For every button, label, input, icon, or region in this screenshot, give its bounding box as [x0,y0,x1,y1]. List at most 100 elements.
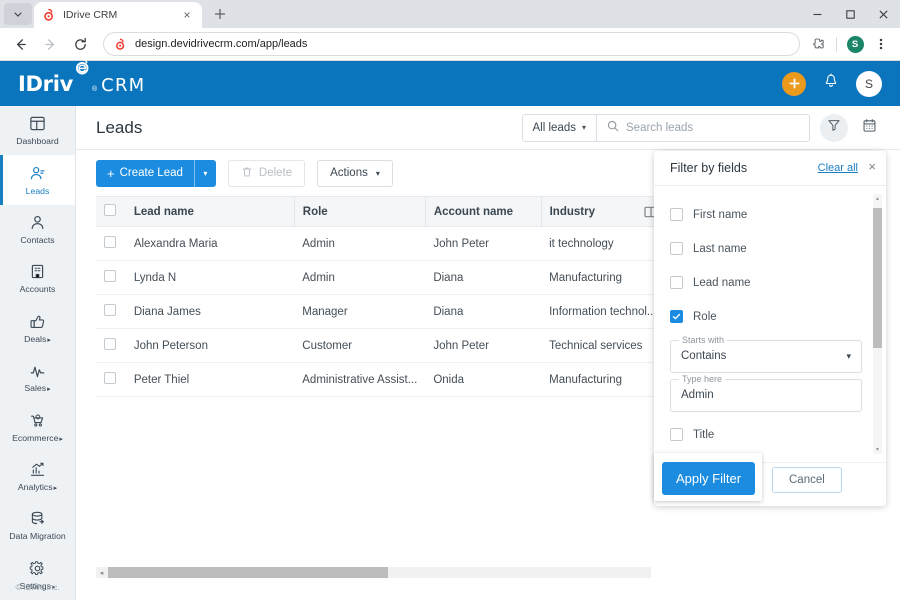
row-checkbox[interactable] [104,270,116,282]
filter-checkbox[interactable] [670,276,683,290]
window-maximize-button[interactable] [834,0,867,28]
cell-lead-name[interactable]: Peter Thiel [125,362,295,397]
apply-filter-button[interactable]: Apply Filter [662,462,756,496]
sidebar-item-deals[interactable]: Deals▸ [0,304,75,353]
scrollbar-thumb[interactable] [108,567,388,578]
filter-toggle-button[interactable] [820,113,848,142]
sidebar-label: Data Migration [9,531,66,542]
row-select-cell[interactable] [96,294,126,329]
cancel-button[interactable]: Cancel [772,467,842,494]
cell-lead-name[interactable]: Alexandra Maria [125,226,295,261]
cell-lead-name[interactable]: John Peterson [125,328,295,363]
idrive-lock-icon [42,8,56,22]
cell-lead-name[interactable]: Lynda N [125,260,295,295]
table-row[interactable]: Peter Thiel Administrative Assist... Oni… [96,362,666,397]
address-bar[interactable]: design.devidrivecrm.com/app/leads [103,32,800,56]
create-lead-dropdown-caret-icon[interactable]: ▾ [193,159,216,187]
notifications-bell-icon[interactable] [823,72,839,95]
actions-dropdown-button[interactable]: Actions ▾ [317,159,393,187]
new-tab-button[interactable] [208,2,232,26]
row-select-cell[interactable] [96,328,126,363]
filter-scrollbar-thumb[interactable] [873,207,882,348]
close-icon[interactable]: × [868,159,876,174]
column-header-account-name[interactable]: Account name [424,196,542,227]
column-header-role[interactable]: Role [293,196,426,227]
scroll-down-arrow-icon[interactable]: ▾ [873,445,882,454]
filter-field-role[interactable]: Role [670,300,870,334]
user-avatar[interactable]: S [856,70,882,97]
filter-field-title[interactable]: Title [670,418,870,452]
filter-value-input[interactable]: Type here Admin [670,373,862,412]
column-header-lead-name[interactable]: Lead name [125,196,295,227]
sidebar-item-data-migration[interactable]: Data Migration [0,501,75,550]
row-checkbox[interactable] [104,372,116,384]
clear-all-link[interactable]: Clear all [818,162,858,174]
create-lead-button[interactable]: + Create Lead ▾ [96,159,216,187]
chevron-right-icon: ▸ [53,485,58,493]
cell-lead-name[interactable]: Diana James [125,294,295,329]
ecommerce-cart-icon [29,412,46,429]
sidebar-label: Sales▸ [24,383,50,393]
scroll-left-arrow-icon[interactable]: ◂ [96,567,107,578]
browser-menu-kebab-icon[interactable] [869,32,893,56]
select-all-header[interactable] [96,196,126,227]
view-selector-dropdown[interactable]: All leads ▾ [523,114,597,141]
filter-checkbox[interactable] [670,428,683,442]
scroll-up-arrow-icon[interactable]: ▴ [873,194,882,203]
filter-checkbox[interactable] [670,242,683,256]
chevron-right-icon: ▸ [47,336,51,344]
tab-close-icon[interactable]: × [180,8,194,22]
table-row[interactable]: Diana James Manager Diana Information te… [96,294,666,329]
sidebar-label: Ecommerce▸ [12,433,63,443]
filter-field-label: First name [693,208,748,221]
window-close-button[interactable] [867,0,900,28]
sidebar-item-analytics[interactable]: Analytics▸ [0,452,75,501]
row-checkbox[interactable] [104,236,116,248]
search-input[interactable]: Search leads [597,115,809,141]
column-header-industry[interactable]: Industry [540,196,666,227]
back-button[interactable] [7,31,33,57]
filter-value-text: Admin [681,389,714,402]
reload-button[interactable] [67,31,93,57]
filter-field-lead-name[interactable]: Lead name [670,266,870,300]
table-row[interactable]: Lynda N Admin Diana Manufacturing [96,260,666,295]
window-minimize-button[interactable] [801,0,834,28]
browser-tab[interactable]: IDrive CRM × [34,2,202,28]
filter-checkbox-checked[interactable] [670,310,683,324]
filter-field-first-name[interactable]: First name [670,198,870,232]
select-all-checkbox[interactable] [104,204,116,216]
sidebar-item-settings[interactable]: Settings▸ [0,551,75,600]
sidebar-label-text: Sales [24,383,47,394]
row-checkbox[interactable] [104,338,116,350]
filter-by-fields-panel: Filter by fields Clear all × First name … [654,151,886,506]
create-lead-main[interactable]: + Create Lead [96,166,194,181]
filter-operator-select[interactable]: Starts with Contains ▾ [670,334,862,373]
row-checkbox[interactable] [104,304,116,316]
row-select-cell[interactable] [96,226,126,261]
sidebar-item-sales[interactable]: Sales▸ [0,353,75,402]
trash-icon [241,166,253,181]
filter-panel-scrollbar[interactable]: ▴ ▾ [873,193,882,455]
row-select-cell[interactable] [96,362,126,397]
table-row[interactable]: Alexandra Maria Admin John Peter it tech… [96,226,666,261]
calendar-button[interactable] [858,117,880,139]
extensions-puzzle-icon[interactable] [806,32,830,56]
toolbar-divider [836,36,837,52]
browser-profile-avatar[interactable]: S [843,32,867,56]
sidebar-label-text: Deals [24,333,47,344]
sidebar-item-accounts[interactable]: Accounts [0,254,75,303]
filter-checkbox[interactable] [670,208,683,222]
row-select-cell[interactable] [96,260,126,295]
global-create-plus-icon[interactable] [782,71,806,96]
tab-search-chevron-icon[interactable] [4,3,32,25]
filter-field-last-name[interactable]: Last name [670,232,870,266]
sidebar-item-dashboard[interactable]: Dashboard [0,106,75,155]
sidebar-item-contacts[interactable]: Contacts [0,205,75,254]
table-horizontal-scrollbar[interactable]: ◂ [96,567,651,578]
cell-account-name: John Peter [425,226,542,261]
sidebar-item-leads[interactable]: Leads [0,155,75,206]
forward-button[interactable] [37,31,63,57]
sidebar-item-ecommerce[interactable]: Ecommerce▸ [0,402,75,451]
table-row[interactable]: John Peterson Customer John Peter Techni… [96,328,666,363]
filter-field-label: Last name [693,242,747,255]
